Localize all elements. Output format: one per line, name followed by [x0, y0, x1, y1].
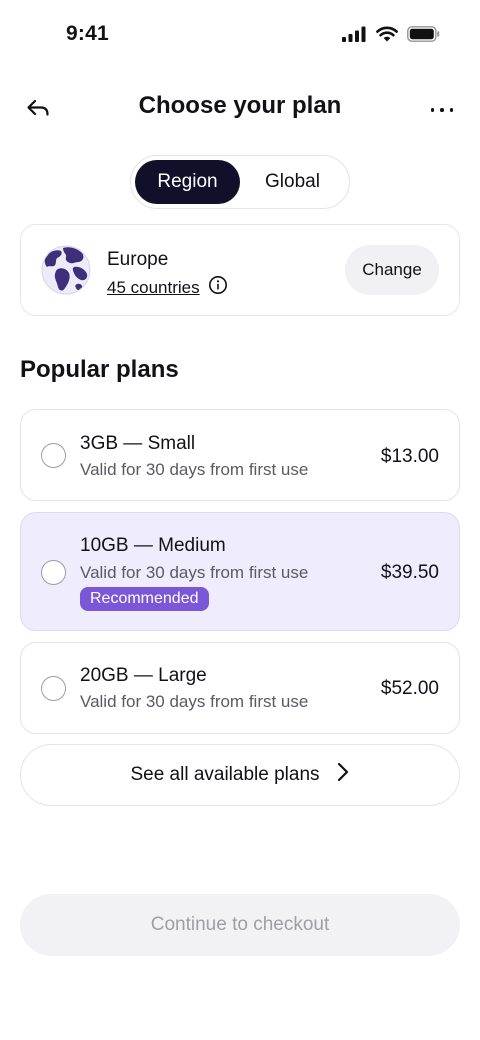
info-icon[interactable] [208, 275, 228, 300]
page-title: Choose your plan [138, 92, 342, 119]
region-countries: 45 countries [107, 275, 228, 300]
region-card: Europe 45 countries Change [20, 224, 460, 316]
more-button[interactable] [422, 90, 462, 130]
section-title: Popular plans [20, 356, 179, 383]
globe-icon [41, 245, 91, 295]
plan-card-large[interactable]: 20GB — Large Valid for 30 days from firs… [20, 642, 460, 734]
nav-header: Choose your plan [0, 82, 480, 130]
more-dot [449, 108, 454, 112]
continue-checkout-button[interactable]: Continue to checkout [20, 894, 460, 956]
signal-icon [342, 26, 367, 47]
plan-price: $39.50 [380, 562, 439, 583]
recommended-badge: Recommended [80, 587, 209, 611]
plan-radio[interactable] [41, 443, 66, 468]
region-global-toggle: Region Global [130, 155, 350, 209]
plan-validity: Valid for 30 days from first use [80, 563, 309, 582]
plan-card-small[interactable]: 3GB — Small Valid for 30 days from first… [20, 409, 460, 501]
see-all-plans-button[interactable]: See all available plans [20, 744, 460, 806]
segment-global[interactable]: Global [240, 160, 345, 204]
status-bar: 9:41 [0, 0, 480, 70]
see-all-label: See all available plans [130, 764, 320, 785]
plan-radio[interactable] [41, 560, 66, 585]
battery-icon [407, 26, 440, 47]
status-icons [342, 26, 440, 47]
more-dot [440, 108, 444, 112]
plan-price: $13.00 [380, 446, 439, 467]
plan-name: 20GB — Large [80, 665, 207, 686]
more-dot [430, 108, 435, 112]
plan-validity: Valid for 30 days from first use [80, 460, 309, 479]
chevron-right-icon [336, 761, 350, 789]
segment-region[interactable]: Region [135, 160, 240, 204]
plan-radio[interactable] [41, 676, 66, 701]
plan-name: 10GB — Medium [80, 535, 226, 556]
plan-validity: Valid for 30 days from first use [80, 692, 309, 711]
region-name: Europe [107, 249, 169, 270]
plan-card-medium[interactable]: 10GB — Medium Valid for 30 days from fir… [20, 512, 460, 631]
wifi-icon [376, 26, 398, 47]
status-time: 9:41 [66, 22, 109, 45]
plan-price: $52.00 [380, 678, 439, 699]
change-region-button[interactable]: Change [345, 245, 439, 295]
plan-name: 3GB — Small [80, 433, 196, 454]
countries-link[interactable]: 45 countries [107, 278, 200, 298]
